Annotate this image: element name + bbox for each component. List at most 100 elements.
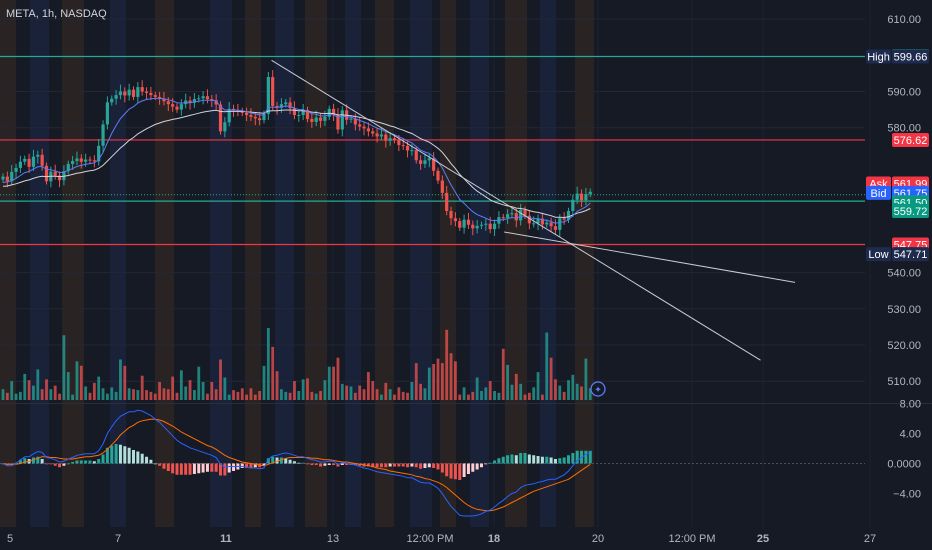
volume-bar: [349, 386, 353, 400]
price-tick-label: 530.00: [887, 304, 921, 316]
macd-histogram-bar: [118, 444, 122, 464]
volume-bar: [132, 389, 135, 400]
macd-histogram-bar: [84, 460, 88, 464]
volume-bar: [119, 359, 122, 400]
macd-histogram-bar: [453, 463, 457, 480]
candle-body: [271, 76, 275, 106]
volume-bar: [75, 361, 79, 400]
volume-bar: [271, 346, 275, 400]
candle-body: [423, 160, 427, 164]
price-badge-576-62: 576.62: [892, 132, 929, 147]
volume-bar: [580, 386, 583, 400]
candle-body: [40, 154, 44, 166]
volume-bar: [179, 370, 183, 400]
macd-histogram-bar: [310, 463, 314, 465]
trading-chart[interactable]: 610.00 590.00 580.00 540.00 530.00 520.00 510.…: [0, 0, 932, 550]
candle-body: [310, 119, 314, 122]
candle-body: [458, 221, 462, 228]
candle-body: [227, 108, 231, 123]
candle-body: [114, 95, 118, 99]
volume-bar: [484, 387, 488, 400]
volume-bar: [106, 393, 109, 400]
macd-histogram-bar: [319, 463, 323, 467]
volume-bar: [258, 391, 262, 400]
volume-bar: [88, 392, 92, 400]
volume-bar: [571, 374, 575, 400]
scroll-to-realtime-button[interactable]: ✦: [590, 381, 606, 397]
volume-bar: [501, 348, 505, 400]
macd-histogram-bar: [301, 462, 305, 464]
candle-body: [140, 87, 144, 92]
candle-body: [410, 150, 414, 152]
volume-bar: [171, 376, 175, 400]
volume-bar: [445, 329, 449, 400]
volume-bar: [249, 388, 253, 400]
candle-body: [501, 217, 505, 219]
volume-bar: [110, 387, 114, 400]
macd-histogram-bar: [393, 463, 396, 467]
candle-body: [297, 115, 301, 117]
volume-bar: [240, 388, 244, 400]
volume-bar: [432, 364, 436, 400]
candle-body: [392, 138, 397, 141]
volume-bar: [371, 381, 375, 400]
candle-body: [553, 226, 558, 230]
macd-histogram-bar: [71, 462, 75, 464]
volume-bar: [423, 388, 427, 400]
volume-bar: [92, 382, 96, 400]
macd-histogram-bar: [62, 463, 66, 466]
volume-bar: [310, 391, 314, 400]
candle-body: [201, 96, 205, 99]
candle-body: [492, 223, 497, 230]
macd-histogram-bar: [232, 463, 236, 471]
macd-histogram-bar: [545, 456, 549, 464]
macd-histogram-bar: [166, 463, 170, 471]
volume-bar: [454, 361, 457, 400]
volume-bar: [166, 389, 170, 400]
candle-body: [405, 145, 410, 151]
time-tick-label: 11: [220, 533, 232, 545]
chart-background: [0, 0, 932, 550]
candle-body: [384, 134, 388, 141]
candle-body: [175, 106, 179, 110]
session-band: [505, 0, 527, 527]
candle-body: [131, 89, 136, 97]
session-band: [410, 0, 432, 527]
time-tick-label: 5: [7, 533, 13, 545]
macd-histogram-bar: [410, 463, 414, 467]
macd-histogram-bar: [462, 463, 466, 477]
macd-histogram-bar: [184, 463, 188, 475]
macd-histogram-bar: [79, 460, 83, 464]
macd-histogram-bar: [501, 456, 505, 464]
candle-body: [18, 161, 22, 168]
volume-bar: [467, 394, 470, 400]
macd-histogram-bar: [553, 459, 557, 464]
volume-bar: [114, 391, 118, 400]
volume-bar: [236, 391, 240, 400]
price-badge-559-72-value: 559.72: [894, 206, 928, 218]
volume-bar: [362, 389, 366, 400]
volume-bar: [127, 388, 131, 400]
macd-histogram-bar: [288, 459, 292, 464]
volume-bar: [175, 392, 179, 400]
macd-histogram-bar: [306, 463, 309, 465]
price-tick-label: 510.00: [887, 376, 921, 388]
candle-body: [471, 224, 475, 229]
symbol-title[interactable]: META, 1h, NASDAQ: [6, 8, 107, 20]
candle-body: [414, 150, 418, 161]
volume-bar: [388, 389, 392, 400]
candle-body: [427, 158, 431, 161]
volume-bar: [206, 393, 209, 400]
volume-bar: [49, 389, 53, 400]
macd-histogram-bar: [314, 463, 318, 465]
volume-bar: [184, 386, 188, 400]
low-badge-value: 547.71: [894, 249, 928, 261]
macd-histogram-bar: [97, 459, 101, 464]
volume-bar: [384, 382, 388, 400]
volume-bar: [214, 389, 218, 400]
volume-bar: [480, 391, 483, 400]
volume-bar: [549, 357, 553, 400]
session-band: [155, 0, 174, 527]
volume-bar: [162, 388, 166, 400]
candle-body: [92, 160, 96, 162]
